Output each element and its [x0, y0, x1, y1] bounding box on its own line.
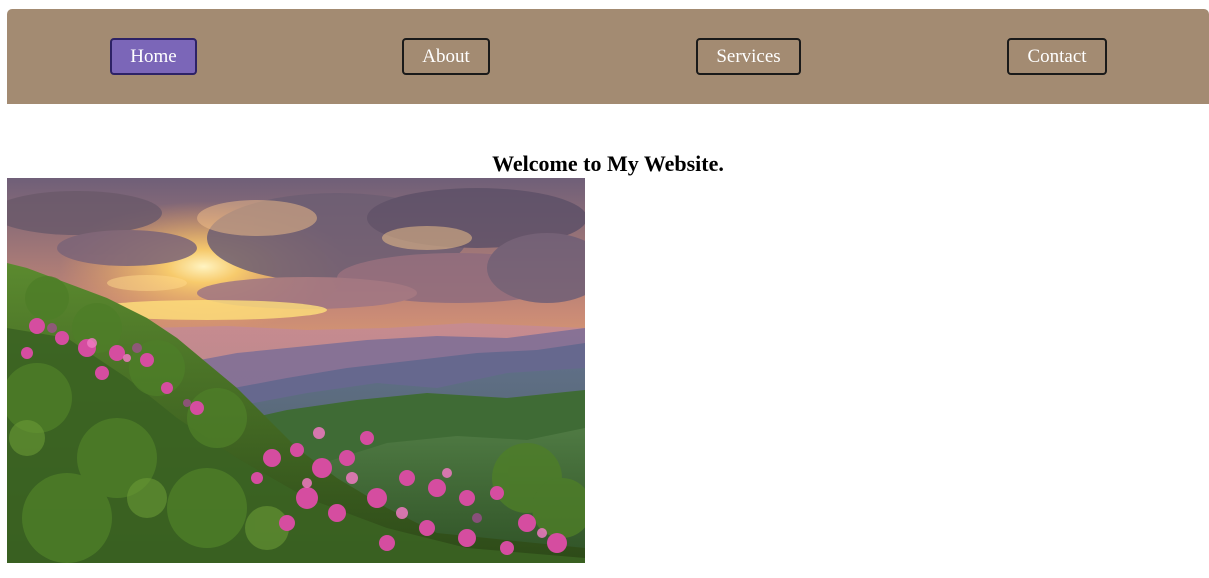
nav-about-button[interactable]: About — [402, 38, 490, 75]
top-navigation-bar: Home About Services Contact — [7, 9, 1209, 104]
page: Home About Services Contact Welcome to M… — [0, 0, 1209, 578]
page-title: Welcome to My Website. — [492, 151, 724, 176]
nav-contact-button[interactable]: Contact — [1007, 38, 1107, 75]
nav-home-button[interactable]: Home — [110, 38, 197, 75]
nav-services-button[interactable]: Services — [696, 38, 801, 75]
hero-landscape-image — [7, 178, 585, 563]
